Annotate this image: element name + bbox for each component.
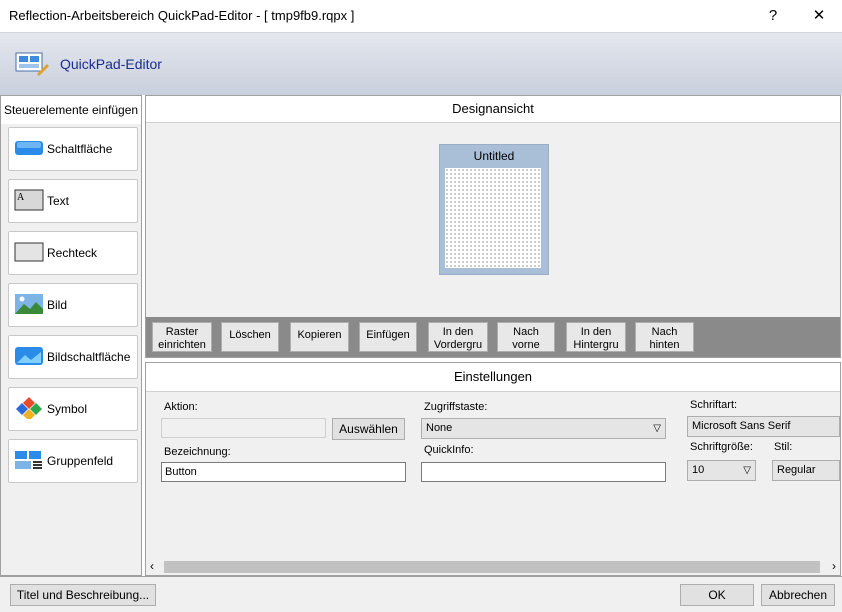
tool-label: Symbol [47,402,88,416]
title-description-button[interactable]: Titel und Beschreibung... [10,584,156,606]
tool-text[interactable]: A Text [8,179,138,223]
paste-button[interactable]: Einfügen [359,322,417,352]
insert-controls-panel: Steuerelemente einfügen Schaltfläche A T… [0,95,142,576]
rectangle-control-icon [14,242,44,262]
font-size-label: Schriftgröße: [690,441,753,453]
chevron-down-icon: ▽ [743,465,751,476]
shortcut-label: Zugriffstaste: [424,401,488,413]
send-backward-button[interactable]: Nach hinten [635,322,694,352]
horizontal-scrollbar[interactable]: ‹ › [146,559,840,575]
style-label: Stil: [774,441,793,453]
name-field[interactable]: Button [161,462,406,482]
quickinfo-label: QuickInfo: [424,444,474,456]
tool-rectangle[interactable]: Rechteck [8,231,138,275]
shortcut-value: None [426,422,453,434]
quickpad-grid[interactable] [445,168,541,268]
title-bar: Reflection-Arbeitsbereich QuickPad-Edito… [0,0,842,32]
name-label: Bezeichnung: [164,446,231,458]
image-control-icon [15,294,43,314]
settings-caption: Einstellungen [146,363,840,392]
ok-button[interactable]: OK [680,584,754,606]
image-button-control-icon [15,347,43,365]
design-view-panel: Designansicht Untitled Raster einrichten … [145,95,841,358]
button-line1: In den [580,326,612,338]
delete-button[interactable]: Löschen [221,322,279,352]
scrollbar-thumb[interactable] [164,561,820,573]
window-title: Reflection-Arbeitsbereich QuickPad-Edito… [9,8,355,23]
bring-forward-button[interactable]: Nach vorne [497,322,555,352]
action-label: Aktion: [164,401,198,413]
tool-label: Bild [47,298,68,312]
tool-group-box[interactable]: Gruppenfeld [8,439,138,483]
button-line1: Einfügen [366,329,410,341]
svg-text:A: A [17,192,25,203]
button-line2: einrichten [158,339,206,351]
tool-image-button[interactable]: Bildschaltfläche [8,335,138,379]
scroll-right-icon[interactable]: › [832,559,836,573]
button-line2: Hintergru [573,339,619,351]
send-to-back-button[interactable]: In den Hintergru [566,322,626,352]
editor-header: QuickPad-Editor [0,32,842,95]
setup-grid-button[interactable]: Raster einrichten [152,322,212,352]
settings-panel: Einstellungen Aktion: Auswählen Bezeichn… [145,362,841,576]
tool-button[interactable]: Schaltfläche [8,127,138,171]
design-view-caption: Designansicht [146,96,840,123]
tool-symbol[interactable]: Symbol [8,387,138,431]
font-value: Microsoft Sans Serif [692,420,791,432]
close-button[interactable]: ✕ [796,0,842,32]
button-line1: In den [442,326,474,338]
tool-label: Rechteck [47,246,98,260]
button-line2: Vordergru [433,339,483,351]
quickpad-title: Untitled [473,149,515,163]
button-line1: Nach [513,326,539,338]
quickpad-preview[interactable]: Untitled [439,144,549,275]
button-control-icon [15,141,43,155]
button-line1: Nach [651,326,678,338]
quickinfo-field[interactable] [421,462,666,482]
scroll-left-icon[interactable]: ‹ [150,559,154,573]
font-label: Schriftart: [690,399,738,411]
help-button[interactable]: ? [750,0,796,32]
group-box-control-icon [15,451,42,469]
button-line2: hinten [649,339,680,351]
button-line2: vorne [512,339,540,351]
select-action-button[interactable]: Auswählen [332,418,405,440]
bring-to-front-button[interactable]: In den Vordergru [428,322,488,352]
action-field [161,418,326,438]
editor-title: QuickPad-Editor [60,56,162,72]
tool-label: Bildschaltfläche [47,350,131,364]
font-size-value: 10 [692,464,705,476]
font-select[interactable]: Microsoft Sans Serif [687,416,840,437]
button-line1: Kopieren [297,329,342,341]
insert-controls-caption: Steuerelemente einfügen [1,96,141,124]
style-value: Regular [777,464,816,476]
quickpad-editor-icon [15,52,49,76]
symbol-control-icon [16,397,42,419]
copy-button[interactable]: Kopieren [290,322,349,352]
text-control-icon: A [14,189,44,211]
dialog-footer: Titel und Beschreibung... OK Abbrechen [0,576,842,612]
tool-label: Schaltfläche [47,142,113,156]
shortcut-select[interactable]: None ▽ [421,418,666,439]
tool-label: Gruppenfeld [47,454,114,468]
button-line1: Raster [165,326,199,338]
tool-image[interactable]: Bild [8,283,138,327]
style-select[interactable]: Regular [772,460,840,481]
design-toolbar: Raster einrichten Löschen Kopieren Einfüg… [146,317,840,357]
cancel-button[interactable]: Abbrechen [761,584,835,606]
chevron-down-icon: ▽ [653,423,661,434]
button-line1: Löschen [229,329,271,341]
font-size-select[interactable]: 10 ▽ [687,460,756,481]
tool-label: Text [47,194,70,208]
